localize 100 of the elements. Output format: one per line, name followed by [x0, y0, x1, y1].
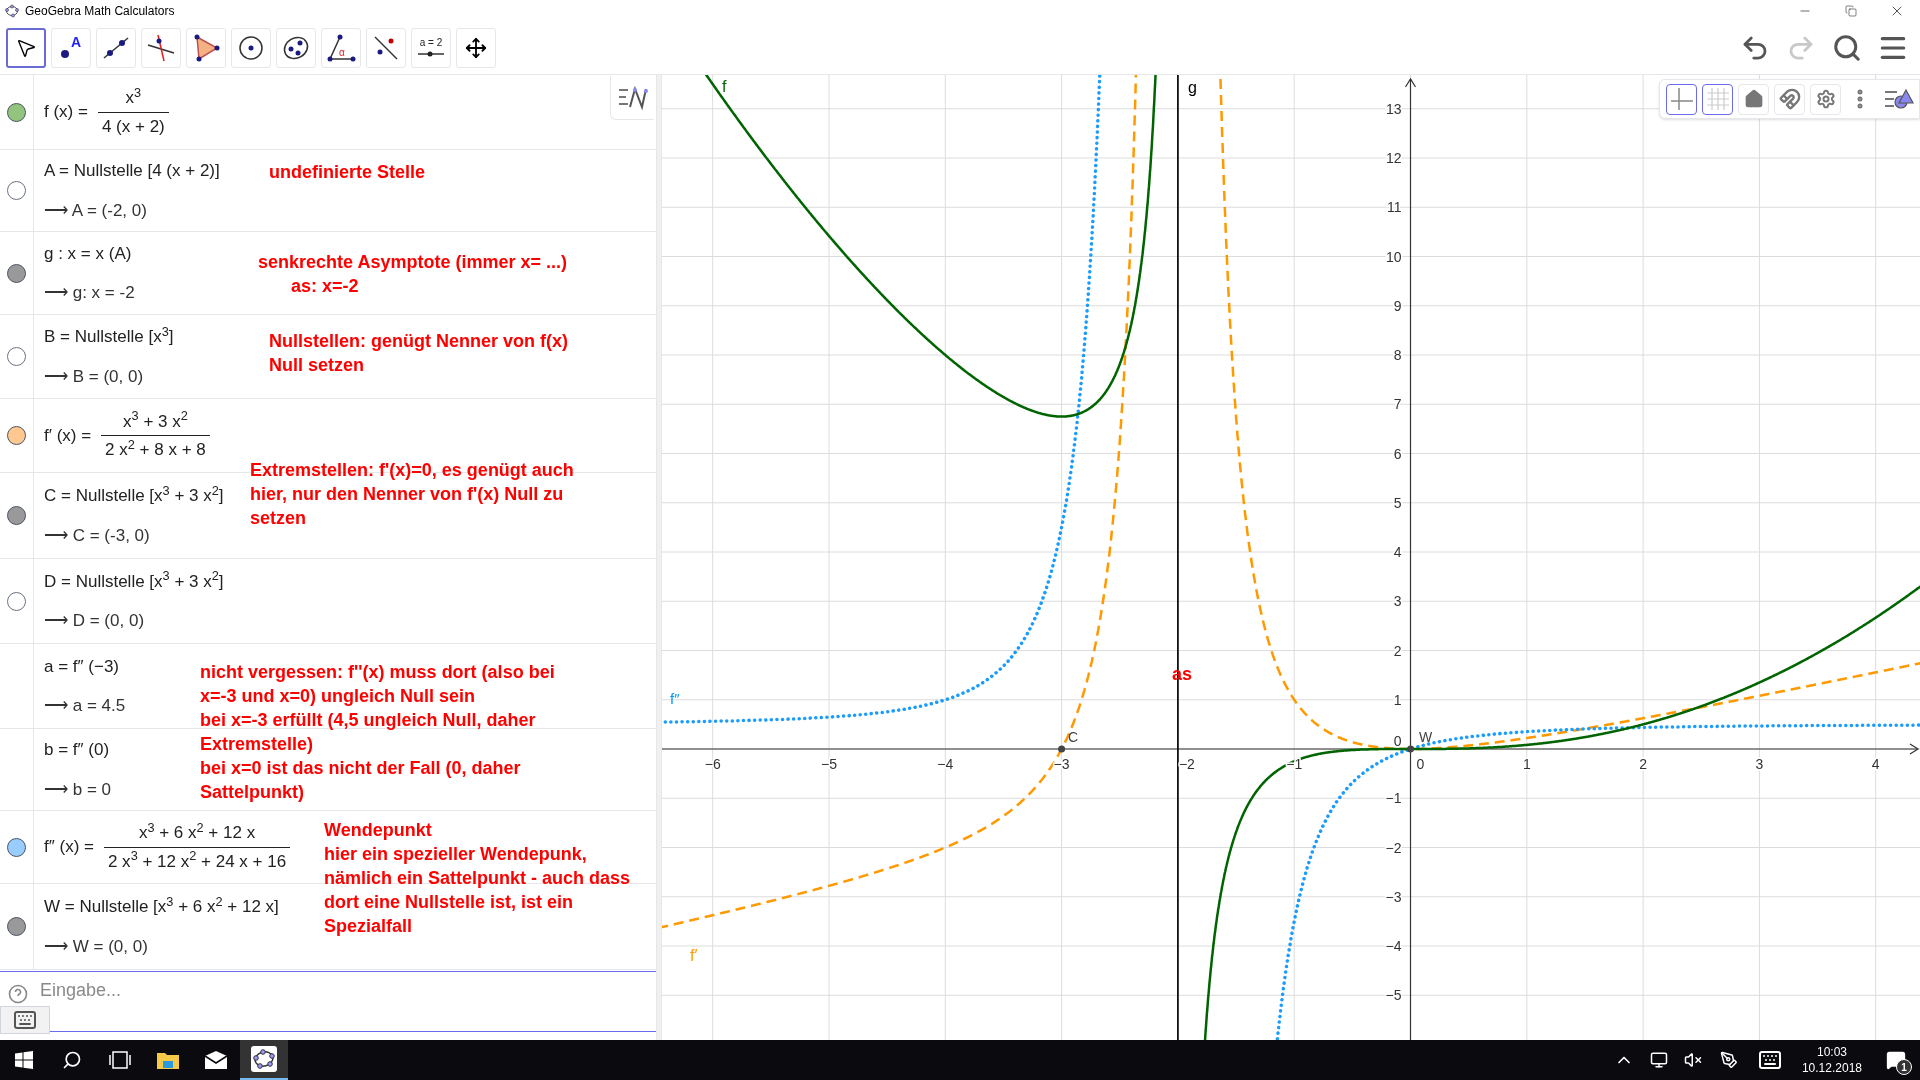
- fraction-numerator: x$^{3}$ + 6 x$^{2}$ + 12 x: [103, 820, 291, 848]
- formula-result: ⟶ g: x = -2: [44, 282, 135, 304]
- curve-label: g: [1188, 79, 1197, 96]
- visibility-toggle[interactable]: [7, 506, 26, 525]
- axis-tick-label: −3: [1053, 756, 1070, 772]
- algebra-view-toggle[interactable]: [610, 76, 654, 120]
- visibility-toggle[interactable]: [7, 102, 26, 122]
- axis-tick-label: −5: [821, 756, 837, 772]
- settings-toggle[interactable]: [1810, 83, 1841, 115]
- home-toggle[interactable]: [1738, 83, 1769, 115]
- keyboard-icon[interactable]: [1757, 1048, 1782, 1072]
- axis-tick-label: −2: [1178, 756, 1195, 772]
- move-icon: [465, 37, 487, 59]
- geogebra-taskbar-button[interactable]: [240, 1040, 288, 1080]
- visibility-toggle[interactable]: [7, 426, 26, 445]
- point: [1058, 745, 1066, 753]
- visibility-toggle[interactable]: [7, 917, 26, 936]
- style-bar-toggle-icon[interactable]: [1883, 87, 1915, 111]
- point-label: C: [1068, 729, 1079, 745]
- axis-tick-label: −4: [1385, 938, 1402, 954]
- fraction-denominator: 4 (x + 2): [100, 115, 166, 138]
- curve-label: f″: [670, 690, 680, 707]
- axis-tick-label: 2: [1393, 642, 1402, 659]
- visibility-toggle[interactable]: [7, 347, 26, 366]
- fraction-denominator: 2 x$^{3}$ + 12 x$^{2}$ + 24 x + 16: [106, 847, 288, 873]
- clock-time: 10:03: [1816, 1044, 1847, 1060]
- annotation-text: senkrechte Asymptote (immer x= ...) as: x=-2: [258, 251, 567, 298]
- formula-result: ⟶ b = 0: [44, 778, 111, 801]
- formula-definition: D = Nullstelle [x$^{3}$ + 3 x$^{2}$]: [44, 568, 224, 593]
- formula-result: ⟶ A = (-2, 0): [44, 199, 148, 222]
- magnet-icon: [1778, 88, 1801, 110]
- graph-lines-icon: [616, 84, 649, 111]
- grid-icon: [1704, 86, 1731, 112]
- network-icon[interactable]: [1649, 1051, 1668, 1069]
- input-field[interactable]: Eingabe...: [0, 971, 656, 1032]
- formula-definition: a = f″ (−3): [44, 655, 120, 678]
- formula-result: ⟶ C = (-3, 0): [44, 524, 151, 547]
- grid-toggle[interactable]: [1702, 83, 1733, 115]
- point: [1407, 745, 1414, 753]
- formula-result: ⟶ B = (0, 0): [44, 365, 145, 388]
- axis-tick-label: 1: [1522, 756, 1531, 772]
- keyboard-button[interactable]: [0, 1006, 50, 1034]
- formula-result: ⟶ a = 4.5: [44, 695, 126, 717]
- axes-icon: [1668, 86, 1695, 112]
- axis-tick-label: 11: [1386, 199, 1402, 216]
- axis-tick-label: 12: [1385, 150, 1402, 166]
- axes-toggle[interactable]: [1666, 83, 1697, 115]
- restore-icon: [1845, 5, 1857, 17]
- fraction-numerator: x$^{3}$ + 3 x$^{2}$: [101, 408, 210, 436]
- formula-label: f′ (x) =: [44, 424, 92, 447]
- search-icon: [1832, 33, 1862, 63]
- visibility-toggle[interactable]: [7, 837, 26, 857]
- keyboard-icon: [13, 1008, 37, 1032]
- axis-tick-label: 4: [1871, 756, 1880, 772]
- perpendicular-icon: [146, 33, 176, 63]
- visibility-toggle[interactable]: [7, 181, 26, 200]
- annotation-text: undefinierte Stelle: [269, 161, 426, 184]
- axis-tick-label: 3: [1393, 593, 1402, 610]
- home-icon: [1743, 89, 1764, 109]
- clock-date: 10.12.2018: [1801, 1060, 1862, 1076]
- axis-tick-label: −2: [1385, 839, 1402, 856]
- axis-tick-label: −3: [1385, 888, 1402, 905]
- formula-definition: W = Nullstelle [x$^{3}$ + 6 x$^{2}$ + 12 x]: [44, 894, 279, 918]
- pen-icon[interactable]: [1719, 1051, 1738, 1069]
- visibility-toggle[interactable]: [7, 263, 26, 283]
- muted-speaker-icon[interactable]: [1683, 1051, 1702, 1069]
- envelope-icon: [204, 1051, 228, 1069]
- formula-result: ⟶ D = (0, 0): [44, 610, 146, 632]
- formula-definition: b = f″ (0): [44, 739, 111, 761]
- folder-icon: [156, 1050, 180, 1070]
- tool-button[interactable]: [6, 28, 46, 68]
- help-icon[interactable]: [8, 984, 28, 1004]
- axis-tick-label: 5: [1393, 494, 1402, 511]
- fraction-numerator: x$^{3}$: [97, 85, 169, 113]
- notification-count: 1: [1896, 1059, 1912, 1075]
- magnet-toggle[interactable]: [1774, 83, 1805, 115]
- axis-tick-label: 9: [1393, 297, 1402, 314]
- curve-label: f′: [690, 947, 698, 964]
- axis-tick-label: 4: [1393, 544, 1402, 560]
- app-icon: [251, 1046, 277, 1072]
- axis-tick-label: 8: [1393, 347, 1402, 363]
- axis-tick-label: 1: [1393, 691, 1402, 708]
- axis-tick-label: 2: [1639, 756, 1647, 772]
- formula-result: ⟶ W = (0, 0): [44, 935, 149, 958]
- settings-icon: [1815, 89, 1836, 109]
- visibility-toggle[interactable]: [7, 591, 26, 611]
- annotation-text: nicht vergessen: f''(x) muss dort (also bei x=-3 und x=0) ungleich Null sein bei x=-3 erfüllt (4,5 ungleich Null, daher Extremstelle) bei x=0 ist das nicht der Fall (0, daher Sattelpunkt): [200, 661, 555, 804]
- axis-tick-label: 6: [1393, 445, 1402, 462]
- formula-label: f″ (x) =: [44, 836, 94, 859]
- annotation-text: Wendepunkt hier ein spezieller Wendepunk, nämlich ein Sattelpunkt - auch dass dort eine Nullstelle ist, ist ein Spezialfall: [324, 819, 631, 938]
- axis-tick-label: 7: [1393, 396, 1402, 413]
- axis-tick-label: 10: [1385, 248, 1402, 265]
- task-view-icon: [109, 1051, 131, 1069]
- annotation-text: Extremstellen: f'(x)=0, es genügt auch hier, nur den Nenner von f'(x) Null zu setzen: [250, 459, 574, 530]
- formula-definition: A = Nullstelle [4 (x + 2)]: [44, 160, 220, 182]
- circle-icon: [236, 33, 266, 63]
- axis-tick-label: −1: [1385, 790, 1402, 807]
- formula-definition: g : x = x (A): [44, 242, 133, 265]
- axis-tick-label: −5: [1385, 987, 1402, 1004]
- search-icon: [62, 1050, 82, 1070]
